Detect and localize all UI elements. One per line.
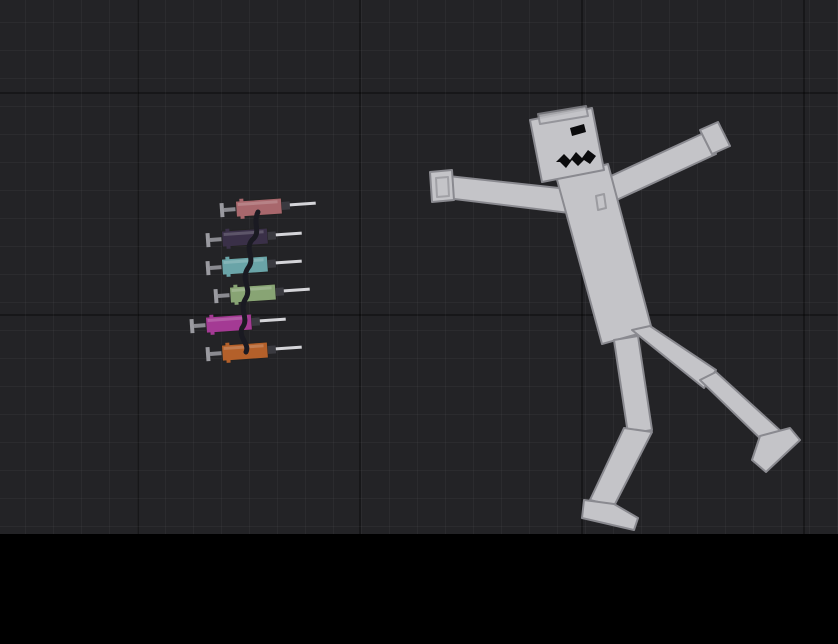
syringe-green[interactable] [213,280,310,307]
scene-objects [189,105,801,531]
syringe-magenta[interactable] [189,310,286,337]
ragdoll-right-leg[interactable] [631,325,801,473]
syringe-stack[interactable] [189,194,316,365]
ragdoll-head[interactable] [529,105,605,183]
syringe-teal[interactable] [205,252,302,279]
ragdoll-right-arm[interactable] [597,121,731,205]
syringe-orange[interactable] [205,338,302,365]
ragdoll-left-leg[interactable] [581,335,653,531]
syringe-pink[interactable] [219,194,316,221]
human-ragdoll[interactable] [429,105,801,531]
sandbox-scene[interactable] [0,0,838,644]
